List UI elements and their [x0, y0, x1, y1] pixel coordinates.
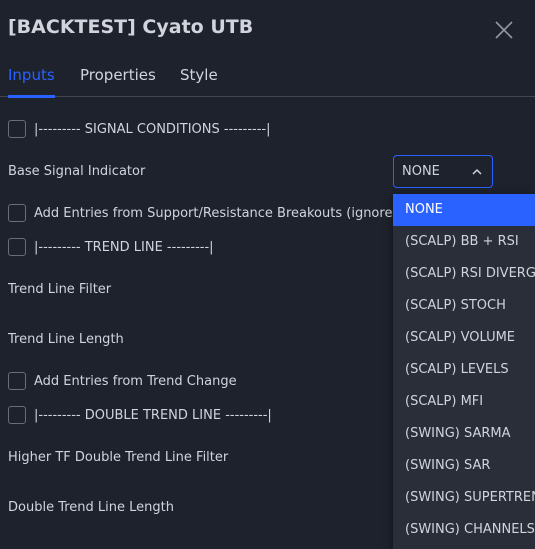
tab-properties[interactable]: Properties	[80, 64, 156, 97]
base-signal-row: Base Signal Indicator	[8, 161, 145, 181]
higher-tf-filter-row: Higher TF Double Trend Line Filter	[8, 447, 228, 467]
double-trend-length-label: Double Trend Line Length	[8, 499, 174, 515]
dropdown-option[interactable]: (SCALP) BB + RSI	[393, 226, 535, 258]
dropdown-option[interactable]: (SWING) SAR	[393, 450, 535, 482]
signal-conditions-row: |--------- SIGNAL CONDITIONS ---------|	[8, 119, 270, 139]
dropdown-option[interactable]: (SWING) CHANNELS	[393, 514, 535, 546]
base-signal-label: Base Signal Indicator	[8, 163, 146, 179]
trend-line-length-label: Trend Line Length	[8, 331, 124, 347]
settings-dialog: [BACKTEST] Cyato UTB Inputs Properties S…	[0, 0, 535, 549]
dialog-title: [BACKTEST] Cyato UTB	[8, 16, 254, 38]
dropdown-option[interactable]: (SWING) SARMA	[393, 418, 535, 450]
dropdown-option[interactable]: (SCALP) LEVELS	[393, 354, 535, 386]
double-trend-header-label: |--------- DOUBLE TREND LINE ---------|	[34, 407, 272, 423]
higher-tf-filter-label: Higher TF Double Trend Line Filter	[8, 449, 229, 465]
double-trend-length-row: Double Trend Line Length	[8, 497, 174, 517]
dropdown-option[interactable]: (SCALP) STOCH	[393, 290, 535, 322]
double-trend-checkbox[interactable]	[8, 406, 26, 424]
base-signal-select[interactable]: NONE	[393, 155, 493, 188]
trend-line-checkbox[interactable]	[8, 238, 26, 256]
double-trend-header-row: |--------- DOUBLE TREND LINE ---------|	[8, 405, 272, 425]
tab-bar: Inputs Properties Style	[0, 64, 535, 98]
signal-conditions-label: |--------- SIGNAL CONDITIONS ---------|	[34, 121, 271, 137]
dropdown-option[interactable]: (SCALP) MFI	[393, 386, 535, 418]
tab-inputs[interactable]: Inputs	[8, 64, 55, 98]
dropdown-option[interactable]: NONE	[393, 194, 535, 226]
base-signal-dropdown: NONE (SCALP) BB + RSI (SCALP) RSI DIVERG…	[393, 194, 535, 549]
sr-breakouts-checkbox[interactable]	[8, 204, 26, 222]
tab-style[interactable]: Style	[180, 64, 218, 97]
trend-line-header-label: |--------- TREND LINE ---------|	[34, 239, 214, 255]
trend-line-length-row: Trend Line Length	[8, 329, 124, 349]
dropdown-option[interactable]: (SCALP) RSI DIVERGE	[393, 258, 535, 290]
base-signal-value: NONE	[402, 164, 440, 179]
trend-line-filter-row: Trend Line Filter	[8, 279, 111, 299]
trend-change-checkbox[interactable]	[8, 372, 26, 390]
sr-breakouts-row: Add Entries from Support/Resistance Brea…	[8, 203, 408, 223]
trend-change-row: Add Entries from Trend Change	[8, 371, 237, 391]
signal-conditions-checkbox[interactable]	[8, 120, 26, 138]
close-icon[interactable]	[493, 19, 515, 41]
sr-breakouts-label: Add Entries from Support/Resistance Brea…	[34, 205, 409, 221]
trend-line-filter-label: Trend Line Filter	[8, 281, 112, 297]
trend-change-label: Add Entries from Trend Change	[34, 373, 237, 389]
dropdown-option[interactable]: (SCALP) VOLUME	[393, 322, 535, 354]
trend-line-header-row: |--------- TREND LINE ---------|	[8, 237, 214, 257]
chevron-up-icon	[472, 168, 482, 175]
dropdown-option[interactable]: (SWING) SUPERTRENI	[393, 482, 535, 514]
